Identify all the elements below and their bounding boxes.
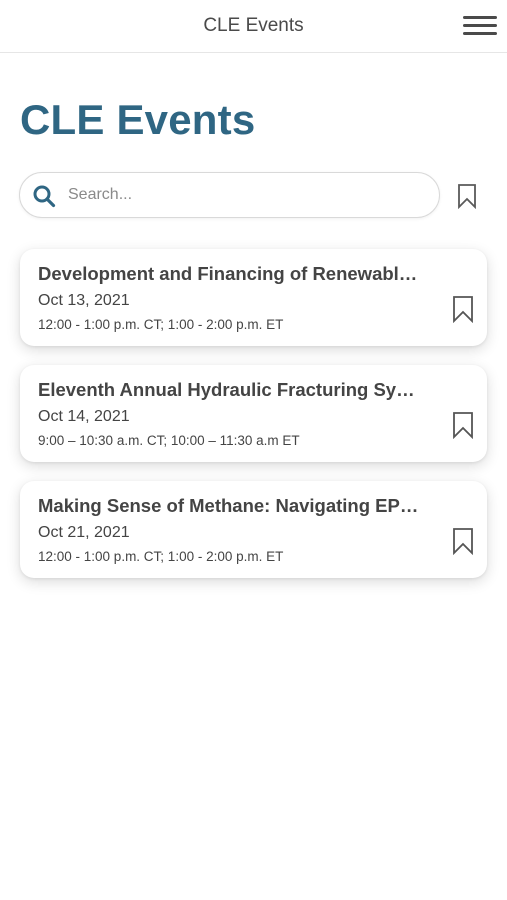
event-title: Making Sense of Methane: Navigating EP… <box>38 495 419 516</box>
event-time: 12:00 - 1:00 p.m. CT; 1:00 - 2:00 p.m. E… <box>38 317 284 332</box>
event-card[interactable]: Making Sense of Methane: Navigating EP… … <box>20 481 487 578</box>
page-title: CLE Events <box>20 96 256 143</box>
top-app-bar: CLE Events <box>0 0 507 53</box>
event-title: Eleventh Annual Hydraulic Fracturing Sy… <box>38 379 415 400</box>
event-date: Oct 21, 2021 <box>38 524 130 541</box>
hamburger-menu-icon[interactable] <box>463 14 497 40</box>
event-title: Development and Financing of Renewabl… <box>38 263 418 284</box>
topbar-title: CLE Events <box>203 15 304 36</box>
app-root: CLE Events CLE Events Development and Fi… <box>0 0 507 900</box>
event-time: 9:00 – 10:30 a.m. CT; 10:00 – 11:30 a.m … <box>38 433 300 448</box>
event-date: Oct 13, 2021 <box>38 292 130 309</box>
search-bar[interactable] <box>19 172 440 218</box>
menu-line <box>463 24 497 27</box>
search-icon <box>33 185 56 208</box>
event-date: Oct 14, 2021 <box>38 408 130 425</box>
event-card[interactable]: Eleventh Annual Hydraulic Fracturing Sy…… <box>20 365 487 462</box>
menu-line <box>463 16 497 19</box>
event-time: 12:00 - 1:00 p.m. CT; 1:00 - 2:00 p.m. E… <box>38 549 284 564</box>
bookmark-icon[interactable] <box>451 411 475 439</box>
menu-line <box>463 32 497 35</box>
search-input[interactable] <box>68 179 428 211</box>
bookmark-icon[interactable] <box>451 295 475 323</box>
bookmark-icon[interactable] <box>451 527 475 555</box>
bookmark-filter-icon[interactable] <box>456 183 478 209</box>
event-card[interactable]: Development and Financing of Renewabl… O… <box>20 249 487 346</box>
